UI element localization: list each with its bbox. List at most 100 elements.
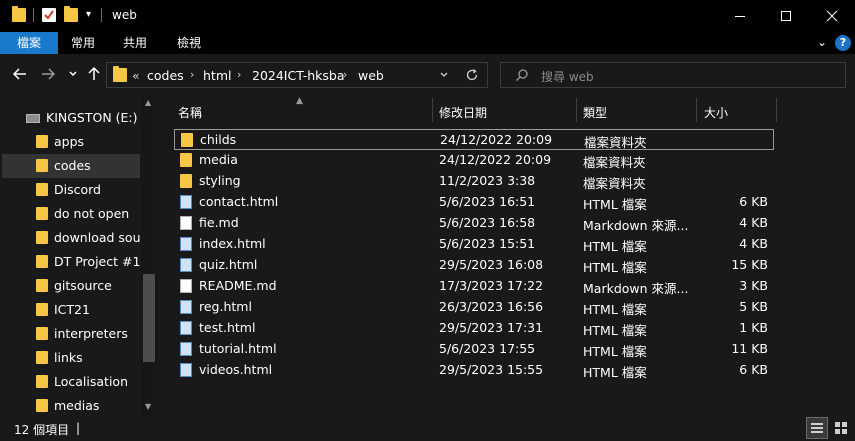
breadcrumb-separator-icon[interactable]: › [343, 68, 347, 81]
file-row[interactable]: README.md 17/3/2023 17:22 Markdown 來源... 3 … [174, 276, 774, 297]
scroll-down-icon[interactable]: ▼ [145, 402, 151, 411]
address-dropdown-icon[interactable] [439, 69, 449, 84]
breadcrumb-separator-icon[interactable]: › [190, 68, 194, 81]
nav-item-folder[interactable]: Localisation [2, 370, 140, 394]
file-type: 檔案資料夾 [583, 155, 646, 170]
column-header-size[interactable]: 大小 [704, 104, 728, 132]
folder-icon [181, 133, 193, 147]
column-header-name[interactable]: 名稱 [178, 104, 202, 132]
nav-item-label: download sour [54, 230, 146, 245]
search-input[interactable]: 搜尋 web [500, 62, 846, 88]
address-bar[interactable]: « codes › html › 2024ICT-hksba › web [106, 62, 488, 88]
file-row[interactable]: styling 11/2/2023 3:38 檔案資料夾 [174, 171, 774, 192]
nav-item-folder[interactable]: interpreters [2, 322, 140, 346]
file-row[interactable]: contact.html 5/6/2023 16:51 HTML 檔案 6 KB [174, 192, 774, 213]
expand-ribbon-icon[interactable]: ⌄ [817, 35, 827, 49]
close-button[interactable] [809, 0, 855, 32]
file-type: HTML 檔案 [583, 260, 647, 275]
file-name: contact.html [199, 194, 279, 209]
nav-item-folder[interactable]: medias [2, 394, 140, 416]
refresh-icon[interactable] [465, 68, 479, 85]
nav-item-folder[interactable]: apps [2, 130, 140, 154]
file-type: HTML 檔案 [583, 365, 647, 380]
nav-item-folder[interactable]: codes [2, 154, 140, 178]
file-date: 17/3/2023 17:22 [439, 278, 544, 293]
back-arrow-icon[interactable] [12, 66, 28, 86]
column-divider[interactable] [776, 98, 777, 122]
file-type: HTML 檔案 [583, 344, 647, 359]
md-file-icon [180, 279, 192, 293]
nav-item-folder[interactable]: Discord [2, 178, 140, 202]
nav-item-folder[interactable]: download sour [2, 226, 146, 250]
tab-file[interactable]: 檔案 [0, 32, 58, 54]
breadcrumb-codes[interactable]: codes [147, 68, 184, 83]
breadcrumb-2024ict-hksba[interactable]: 2024ICT-hksba [252, 68, 345, 83]
column-header-type[interactable]: 類型 [583, 104, 607, 132]
file-row[interactable]: index.html 5/6/2023 15:51 HTML 檔案 4 KB [174, 234, 774, 255]
status-bar: 12 個項目 | [0, 417, 855, 441]
breadcrumb-html[interactable]: html [203, 68, 231, 83]
help-icon[interactable]: ? [835, 35, 851, 51]
scroll-up-icon[interactable]: ▲ [145, 98, 151, 107]
recent-locations-chevron-icon[interactable] [68, 66, 78, 86]
nav-scrollbar-thumb[interactable] [143, 274, 155, 362]
nav-item-label: medias [54, 398, 100, 413]
tab-share[interactable]: 共用 [110, 32, 160, 54]
html-file-icon [180, 342, 192, 356]
file-row[interactable]: reg.html 26/3/2023 16:56 HTML 檔案 5 KB [174, 297, 774, 318]
nav-item-folder[interactable]: gitsource [2, 274, 140, 298]
details-view-icon[interactable] [806, 417, 828, 439]
maximize-button[interactable] [763, 0, 809, 32]
file-size: 1 KB [739, 320, 768, 335]
nav-item-label: do not open [54, 206, 130, 221]
large-icons-view-icon[interactable] [830, 417, 852, 439]
quick-access-dropdown-icon[interactable]: ▾ [86, 9, 91, 20]
file-row[interactable]: quiz.html 29/5/2023 16:08 HTML 檔案 15 KB [174, 255, 774, 276]
up-arrow-icon[interactable] [86, 66, 102, 86]
file-size: 4 KB [739, 215, 768, 230]
nav-item-folder[interactable]: DT Project #1 [2, 250, 140, 274]
breadcrumb-overflow[interactable]: « [132, 68, 140, 83]
file-type: Markdown 來源... [583, 281, 689, 296]
folder-icon [36, 351, 48, 364]
file-row[interactable]: fie.md 5/6/2023 16:58 Markdown 來源... 4 KB [174, 213, 774, 234]
nav-item-folder[interactable]: do not open [2, 202, 140, 226]
window-title: web [112, 8, 137, 22]
file-row[interactable]: videos.html 29/5/2023 15:55 HTML 檔案 6 KB [174, 360, 774, 381]
search-placeholder: 搜尋 web [541, 70, 594, 84]
breadcrumb-web[interactable]: web [358, 68, 384, 83]
breadcrumb-separator-icon[interactable]: › [237, 68, 241, 81]
file-name: README.md [199, 278, 277, 293]
nav-scrollbar[interactable]: ▲ ▼ [141, 96, 158, 416]
file-date: 24/12/2022 20:09 [440, 132, 553, 147]
nav-item-folder[interactable]: links [2, 346, 140, 370]
file-type: HTML 檔案 [583, 302, 647, 317]
file-row[interactable]: test.html 29/5/2023 17:31 HTML 檔案 1 KB [174, 318, 774, 339]
file-name: reg.html [199, 299, 252, 314]
file-name: test.html [199, 320, 256, 335]
nav-item-label: ICT21 [54, 302, 90, 317]
minimize-button[interactable] [717, 0, 763, 32]
folder-icon [36, 255, 48, 268]
nav-item-folder[interactable]: ICT21 [2, 298, 140, 322]
new-folder-icon[interactable] [64, 6, 78, 22]
tab-view[interactable]: 檢視 [164, 32, 214, 54]
file-row[interactable]: media 24/12/2022 20:09 檔案資料夾 [174, 150, 774, 171]
forward-arrow-icon[interactable] [40, 66, 56, 86]
file-type: Markdown 來源... [583, 218, 689, 233]
file-date: 5/6/2023 17:55 [439, 341, 536, 356]
file-name: childs [200, 132, 237, 147]
properties-icon[interactable] [42, 8, 56, 22]
column-divider[interactable] [432, 98, 433, 122]
folder-icon [36, 207, 48, 220]
file-row[interactable]: childs 24/12/2022 20:09 檔案資料夾 [174, 129, 774, 150]
navigation-pane: KINGSTON (E:) apps codes Discord do not ope… [0, 96, 158, 416]
nav-drive-kingston[interactable]: KINGSTON (E:) [0, 108, 140, 128]
file-date: 5/6/2023 16:51 [439, 194, 536, 209]
tab-home[interactable]: 常用 [58, 32, 108, 54]
column-divider[interactable] [696, 98, 697, 122]
column-header-date[interactable]: 修改日期 [439, 104, 487, 132]
column-divider[interactable] [576, 98, 577, 122]
folder-icon [36, 159, 48, 172]
file-row[interactable]: tutorial.html 5/6/2023 17:55 HTML 檔案 11 KB [174, 339, 774, 360]
